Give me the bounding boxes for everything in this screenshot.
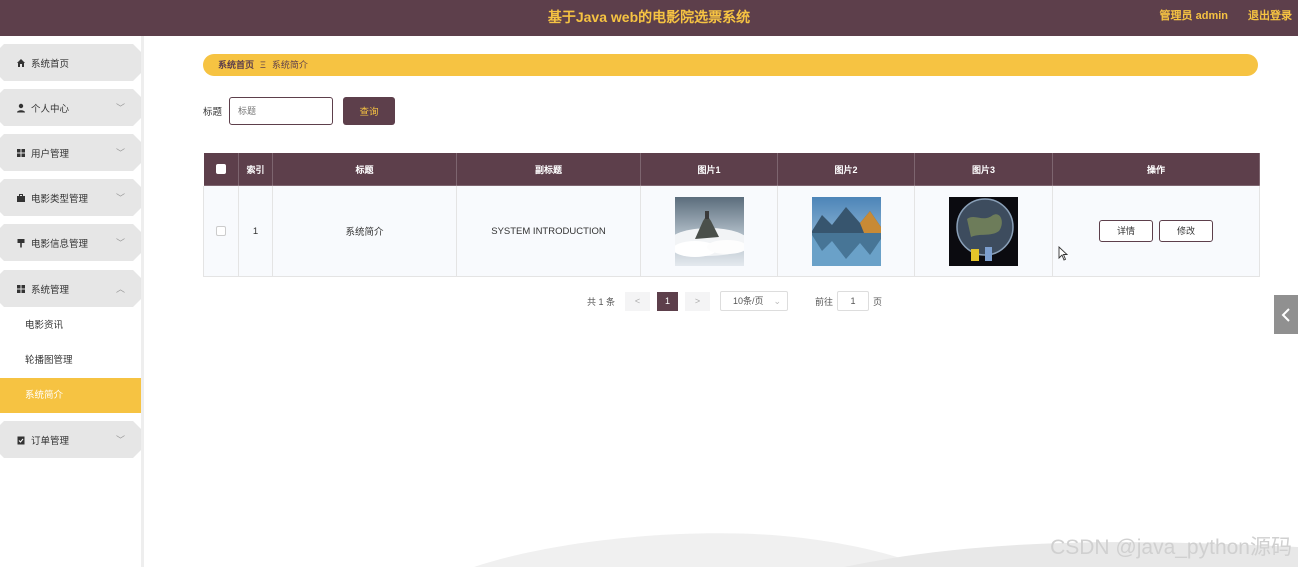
sidebar-item-system-management[interactable]: 系统管理 ︿: [0, 270, 141, 307]
edit-button[interactable]: 修改: [1159, 220, 1213, 242]
pagination-total: 共 1 条: [587, 296, 616, 307]
clipboard-icon: [16, 435, 26, 445]
column-header-image1: 图片1: [640, 152, 778, 186]
breadcrumb-current: 系统简介: [271, 60, 308, 70]
page-number-current[interactable]: 1: [657, 291, 679, 311]
image2-cell: [777, 185, 915, 277]
sidebar-item-user-management[interactable]: 用户管理 ﹀: [0, 134, 141, 171]
chevron-down-icon: ﹀: [115, 435, 125, 445]
chevron-down-icon: ﹀: [115, 148, 125, 158]
image1-cell: [640, 185, 778, 277]
sidebar-item-label: 系统首页: [31, 58, 70, 70]
mountain-lake-reflection-image[interactable]: [811, 196, 881, 266]
title-cell: 系统简介: [272, 185, 457, 277]
sidebar: 系统首页 个人中心 ﹀ 用户管理 ﹀ 电影类型管理 ﹀ 电影信息管理 ﹀ 系统管…: [0, 36, 144, 567]
csdn-watermark: CSDN @java_python源码: [1050, 536, 1292, 559]
sidebar-item-personal-center[interactable]: 个人中心 ﹀: [0, 89, 141, 126]
pin-icon: [16, 238, 26, 248]
next-page-button[interactable]: >: [685, 291, 711, 311]
island-castle-clouds-image[interactable]: [674, 196, 744, 266]
column-header-image3: 图片3: [914, 152, 1053, 186]
data-table: 索引 标题 副标题 图片1 图片2 图片3 操作 1 系统简介 SYSTEM I…: [203, 152, 1260, 277]
grid-icon: [16, 284, 26, 294]
sidebar-subitem-movie-news[interactable]: 电影资讯: [0, 308, 141, 343]
app-title: 基于Java web的电影院选票系统: [547, 9, 751, 25]
earth-planet-figures-image[interactable]: [949, 196, 1018, 266]
breadcrumb-separator: Ξ: [260, 60, 266, 70]
table-header-row: 索引 标题 副标题 图片1 图片2 图片3 操作: [203, 152, 1260, 186]
sidebar-subitem-system-intro[interactable]: 系统简介: [0, 378, 141, 413]
sidebar-item-label: 电影类型管理: [31, 193, 89, 205]
sidebar-item-movie-type-management[interactable]: 电影类型管理 ﹀: [0, 179, 141, 216]
goto-label: 前往: [815, 296, 834, 307]
column-header-title: 标题: [272, 152, 457, 186]
sidebar-item-label: 用户管理: [31, 148, 70, 160]
page-size-value: 10条/页: [733, 296, 764, 306]
chevron-left-icon: [1281, 307, 1290, 322]
chevron-down-icon: ﹀: [115, 193, 125, 203]
title-search-input[interactable]: [229, 97, 333, 125]
sidebar-item-label: 个人中心: [31, 103, 70, 115]
sidebar-item-movie-info-management[interactable]: 电影信息管理 ﹀: [0, 224, 141, 261]
breadcrumb-home-link[interactable]: 系统首页: [218, 60, 254, 70]
breadcrumb: 系统首页 Ξ 系统简介: [203, 54, 1258, 76]
chevron-down-icon: ﹀: [115, 103, 125, 113]
column-header-actions: 操作: [1052, 152, 1260, 186]
pagination: 共 1 条 < 1 > 10条/页 ⌄ 前往 1 页: [587, 291, 882, 311]
prev-page-button[interactable]: <: [625, 291, 651, 311]
detail-button[interactable]: 详情: [1099, 220, 1153, 242]
subtitle-cell: SYSTEM INTRODUCTION: [456, 185, 641, 277]
grid-icon: [16, 148, 26, 158]
sidebar-item-label: 订单管理: [31, 435, 70, 447]
actions-cell: 详情 修改: [1052, 185, 1260, 277]
image3-cell: [914, 185, 1053, 277]
sidebar-item-label: 系统管理: [31, 284, 70, 296]
select-all-header[interactable]: [203, 152, 239, 186]
select-all-checkbox[interactable]: [216, 164, 226, 175]
query-button[interactable]: 查询: [343, 97, 395, 125]
briefcase-icon: [16, 193, 26, 203]
chevron-down-icon: ⌄: [773, 296, 782, 306]
sidebar-subitem-carousel-management[interactable]: 轮播图管理: [0, 343, 141, 378]
sidebar-item-label: 电影信息管理: [31, 238, 89, 250]
admin-label: 管理员 admin: [1159, 10, 1228, 22]
user-icon: [16, 103, 26, 113]
row-checkbox-cell: [203, 185, 239, 277]
column-header-index: 索引: [238, 152, 273, 186]
search-label: 标题: [203, 107, 223, 118]
page-unit-label: 页: [873, 296, 883, 307]
home-icon: [16, 58, 26, 68]
mouse-cursor-icon: [1058, 246, 1068, 261]
column-header-subtitle: 副标题: [456, 152, 641, 186]
sidebar-item-home[interactable]: 系统首页: [0, 44, 141, 81]
logout-link[interactable]: 退出登录: [1248, 0, 1292, 32]
top-bar: 基于Java web的电影院选票系统 管理员 admin 退出登录: [0, 0, 1298, 36]
sidebar-item-order-management[interactable]: 订单管理 ﹀: [0, 421, 141, 458]
page-size-select[interactable]: 10条/页 ⌄: [720, 291, 789, 311]
row-checkbox[interactable]: [216, 225, 226, 236]
chevron-up-icon: ︿: [115, 284, 125, 294]
collapse-panel-button[interactable]: [1274, 295, 1298, 334]
goto-page-input[interactable]: 1: [837, 291, 870, 311]
chevron-down-icon: ﹀: [115, 238, 125, 248]
index-cell: 1: [238, 185, 273, 277]
column-header-image2: 图片2: [777, 152, 915, 186]
table-row: 1 系统简介 SYSTEM INTRODUCTION 详情 修改: [203, 185, 1260, 277]
